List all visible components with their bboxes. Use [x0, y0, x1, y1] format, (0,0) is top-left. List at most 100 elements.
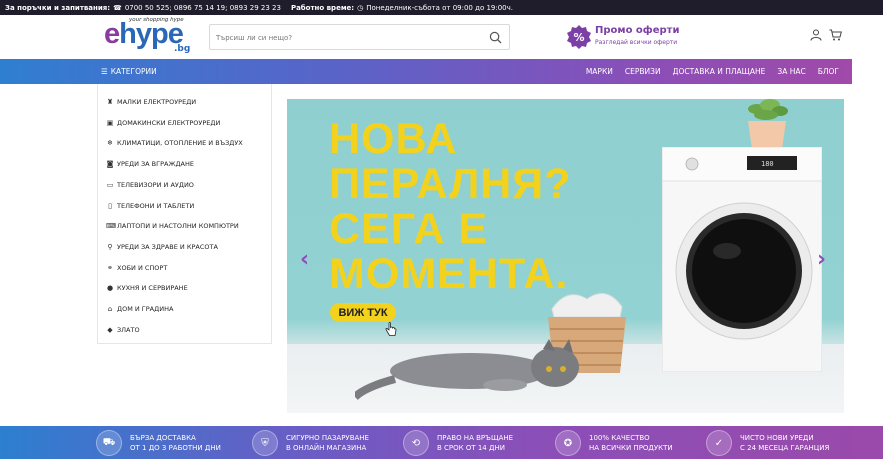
- feature-line-2: В ОНЛАЙН МАГАЗИНА: [286, 444, 367, 452]
- banner-headline: НОВА ПЕРАЛНЯ? СЕГА Е МОМЕНТА.: [329, 117, 571, 297]
- sidebar-item-climate[interactable]: ❄ КЛИМАТИЦИ, ОТОПЛЕНИЕ И ВЪЗДУХ: [106, 136, 243, 150]
- feature-return-right: ⟲ ПРАВО НА ВРЪЩАНЕ В СРОК ОТ 14 ДНИ: [403, 430, 513, 456]
- potted-plant-image: [748, 99, 788, 149]
- phone-icon: ☎: [113, 3, 122, 12]
- feature-secure-shopping: ⛨ СИГУРНО ПАЗАРУВАНЕ В ОНЛАЙН МАГАЗИНА: [252, 430, 369, 456]
- feature-warranty: ✓ ЧИСТО НОВИ УРЕДИ С 24 МЕСЕЦА ГАРАНЦИЯ: [706, 430, 829, 456]
- feature-line-1: СИГУРНО ПАЗАРУВАНЕ: [286, 434, 369, 442]
- laptop-icon: ⌨: [106, 222, 117, 230]
- sidebar-item-home-garden[interactable]: ⌂ ДОМ И ГРАДИНА: [106, 302, 174, 316]
- discount-badge-icon: %: [567, 25, 591, 49]
- headline-line-1: НОВА: [329, 115, 458, 163]
- working-hours: Работно време: ◷ Понеделник-събота от 09…: [291, 4, 513, 12]
- cart-icon[interactable]: [829, 29, 842, 41]
- slider-prev-arrow-icon[interactable]: ‹: [300, 247, 309, 272]
- nav-link-blog[interactable]: БЛОГ: [818, 67, 839, 76]
- hours-label: Работно време:: [290, 3, 355, 12]
- nav-link-brands[interactable]: МАРКИ: [586, 67, 613, 76]
- sidebar-item-label: КЛИМАТИЦИ, ОТОПЛЕНИЕ И ВЪЗДУХ: [117, 139, 243, 147]
- sidebar-item-small-appliances[interactable]: ♜ МАЛКИ ЕЛЕКТРОУРЕДИ: [106, 95, 196, 109]
- sidebar-item-home-appliances[interactable]: ▣ ДОМАКИНСКИ ЕЛЕКТРОУРЕДИ: [106, 116, 221, 130]
- hero-banner-slider[interactable]: 180 НОВА ПЕРАЛНЯ? СЕГА Е МОМЕНТА. ВИЖ ТУ…: [287, 99, 844, 413]
- house-icon: ⌂: [107, 305, 113, 313]
- feature-quality: ✪ 100% КАЧЕСТВО НА ВСИЧКИ ПРОДУКТИ: [555, 430, 673, 456]
- sidebar-item-label: ДОМАКИНСКИ ЕЛЕКТРОУРЕДИ: [117, 119, 221, 127]
- washer-display-text: 180: [761, 160, 774, 168]
- slider-next-arrow-icon[interactable]: ›: [817, 247, 826, 272]
- sidebar-item-label: ХОБИ И СПОРТ: [117, 264, 168, 272]
- user-icon[interactable]: [810, 29, 822, 41]
- svg-text:%: %: [573, 31, 584, 44]
- hand-cursor-icon: [385, 322, 397, 336]
- promo-subtitle: Разгледай всички оферти: [595, 39, 678, 46]
- nav-link-services[interactable]: СЕРВИЗИ: [625, 67, 661, 76]
- sidebar-item-laptops[interactable]: ⌨ ЛАПТОПИ И НАСТОЛНИ КОМПЮТРИ: [106, 219, 239, 233]
- sidebar-item-label: ТЕЛЕФОНИ И ТАБЛЕТИ: [117, 202, 195, 210]
- snowflake-icon: ❄: [107, 139, 113, 147]
- hours-value: Понеделник-събота от 09:00 до 19:00ч.: [366, 3, 513, 12]
- sidebar-item-label: ЗЛАТО: [117, 326, 140, 334]
- features-strip: ⛟ БЪРЗА ДОСТАВКА ОТ 1 ДО 3 РАБОТНИ ДНИ ⛨ …: [0, 426, 883, 459]
- feature-line-2: В СРОК ОТ 14 ДНИ: [437, 444, 505, 452]
- fridge-icon: ▣: [106, 119, 114, 127]
- oven-icon: ◙: [106, 160, 114, 168]
- sidebar-item-label: МАЛКИ ЕЛЕКТРОУРЕДИ: [117, 98, 197, 106]
- truck-icon: ⛟: [96, 430, 122, 456]
- logo-letter-e: e: [104, 18, 120, 50]
- sidebar-item-label: ТЕЛЕВИЗОРИ И АУДИО: [117, 181, 194, 189]
- shield-icon: ⛨: [252, 430, 278, 456]
- quality-badge-icon: ✪: [555, 430, 581, 456]
- contact-info: За поръчки и запитвания: ☎ 0700 50 525; …: [5, 4, 281, 12]
- feature-line-1: ПРАВО НА ВРЪЩАНЕ: [437, 434, 514, 442]
- feature-line-2: НА ВСИЧКИ ПРОДУКТИ: [589, 444, 673, 452]
- sidebar-item-label: ДОМ И ГРАДИНА: [117, 305, 174, 313]
- sidebar-item-hobby-sport[interactable]: ⚭ ХОБИ И СПОРТ: [106, 261, 167, 275]
- phone-numbers[interactable]: 0700 50 525; 0896 75 14 19; 0893 29 23 2…: [125, 4, 281, 12]
- nav-link-about[interactable]: ЗА НАС: [777, 67, 805, 76]
- promo-title: Промо оферти: [595, 25, 680, 36]
- nav-link-delivery[interactable]: ДОСТАВКА И ПЛАЩАНЕ: [673, 67, 766, 76]
- promo-offers-link[interactable]: % Промо оферти Разгледай всички оферти: [567, 24, 697, 52]
- sidebar-item-health-beauty[interactable]: ⚲ УРЕДИ ЗА ЗДРАВЕ И КРАСОТА: [106, 240, 218, 254]
- search-icon[interactable]: [489, 31, 502, 44]
- hairdryer-icon: ⚲: [107, 243, 113, 251]
- headline-line-2: ПЕРАЛНЯ?: [329, 160, 572, 208]
- sidebar-item-label: ЛАПТОПИ И НАСТОЛНИ КОМПЮТРИ: [117, 222, 239, 230]
- top-info-bar: За поръчки и запитвания: ☎ 0700 50 525; …: [0, 0, 883, 15]
- categories-menu-button[interactable]: ☰ КАТЕГОРИИ: [101, 67, 157, 76]
- feature-line-1: БЪРЗА ДОСТАВКА: [130, 434, 196, 442]
- sidebar-item-gold[interactable]: ◆ ЗЛАТО: [106, 323, 140, 337]
- tv-icon: ▭: [106, 181, 114, 189]
- sidebar-item-label: УРЕДИ ЗА ВГРАЖДАНЕ: [117, 160, 194, 168]
- sidebar-item-kitchen[interactable]: ● КУХНЯ И СЕРВИРАНЕ: [106, 281, 188, 295]
- headline-line-3: СЕГА Е: [329, 205, 489, 253]
- feature-fast-delivery: ⛟ БЪРЗА ДОСТАВКА ОТ 1 ДО 3 РАБОТНИ ДНИ: [96, 430, 221, 456]
- sidebar-item-tv-audio[interactable]: ▭ ТЕЛЕВИЗОРИ И АУДИО: [106, 178, 194, 192]
- see-here-button[interactable]: ВИЖ ТУК: [330, 303, 396, 322]
- sidebar-item-phones[interactable]: ▯ ТЕЛЕФОНИ И ТАБЛЕТИ: [106, 199, 194, 213]
- logo-wordmark: ehype: [104, 18, 184, 50]
- logo-domain: .bg: [174, 44, 191, 54]
- feature-line-2: С 24 МЕСЕЦА ГАРАНЦИЯ: [740, 444, 830, 452]
- main-navigation: ☰ КАТЕГОРИИ МАРКИ СЕРВИЗИ ДОСТАВКА И ПЛА…: [0, 59, 852, 84]
- phone-icon: ▯: [108, 202, 112, 210]
- sidebar-item-label: КУХНЯ И СЕРВИРАНЕ: [117, 284, 188, 292]
- search-input[interactable]: [216, 30, 476, 45]
- sidebar-item-built-in[interactable]: ◙ УРЕДИ ЗА ВГРАЖДАНЕ: [106, 157, 194, 171]
- orders-label: За поръчки и запитвания:: [5, 3, 111, 12]
- sidebar-item-label: УРЕДИ ЗА ЗДРАВЕ И КРАСОТА: [117, 243, 218, 251]
- headline-line-4: МОМЕНТА.: [329, 250, 569, 298]
- clock-icon: ◷: [357, 3, 364, 12]
- blender-icon: ♜: [106, 98, 114, 106]
- feature-line-2: ОТ 1 ДО 3 РАБОТНИ ДНИ: [130, 444, 221, 452]
- category-sidebar: ♜ МАЛКИ ЕЛЕКТРОУРЕДИ ▣ ДОМАКИНСКИ ЕЛЕКТРОУ…: [97, 84, 272, 344]
- gold-icon: ◆: [107, 326, 113, 334]
- ehype-logo[interactable]: your shopping hype ehype .bg: [104, 17, 194, 57]
- site-header: your shopping hype ehype .bg % Промо офе…: [0, 15, 883, 60]
- hamburger-icon: ☰: [101, 67, 108, 76]
- categories-label: КАТЕГОРИИ: [110, 67, 157, 76]
- nav-links: МАРКИ СЕРВИЗИ ДОСТАВКА И ПЛАЩАНЕ ЗА НАС …: [586, 67, 839, 76]
- feature-line-1: ЧИСТО НОВИ УРЕДИ: [740, 434, 814, 442]
- pot-icon: ●: [106, 284, 114, 292]
- bicycle-icon: ⚭: [107, 264, 113, 272]
